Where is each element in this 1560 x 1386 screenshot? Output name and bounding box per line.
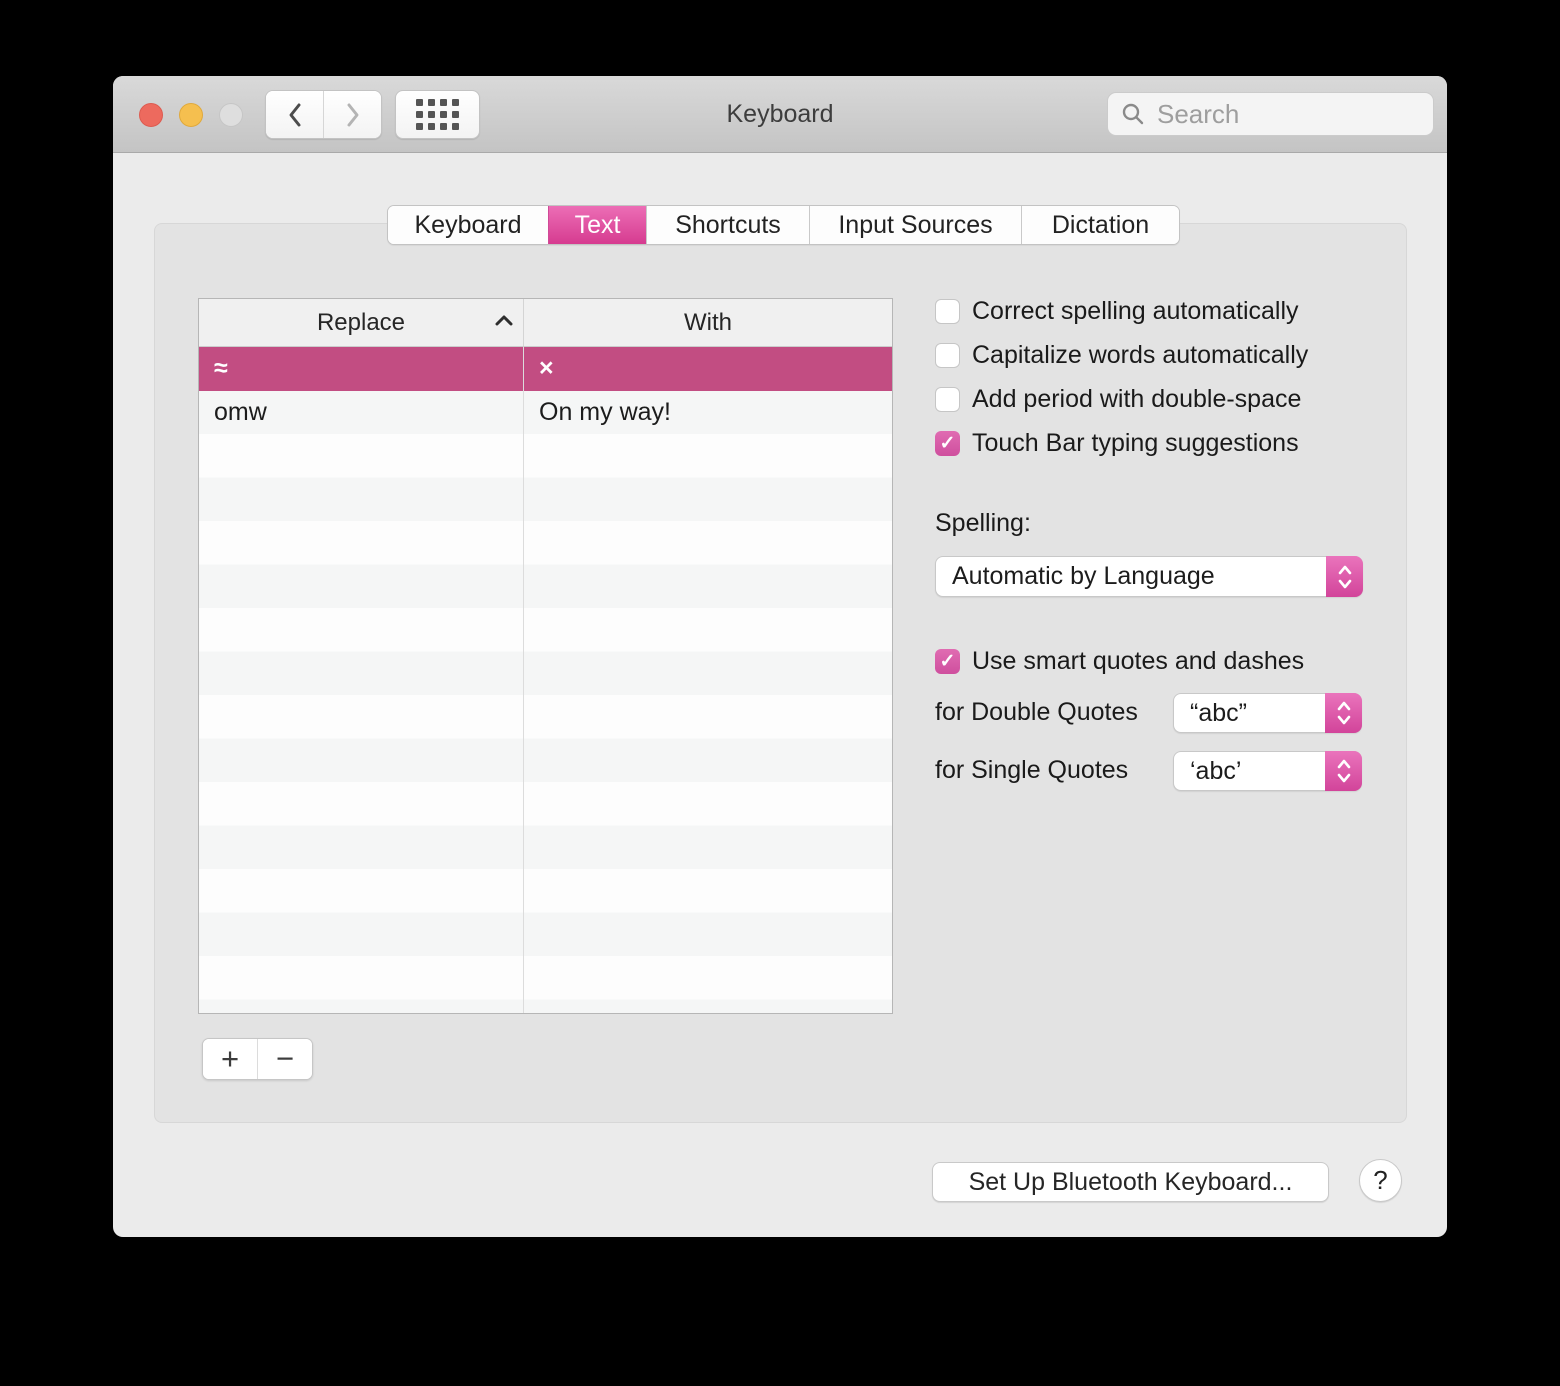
column-header-replace[interactable]: Replace [199,299,523,347]
show-all-preferences-button[interactable] [395,90,480,139]
close-button[interactable] [139,103,163,127]
popup-value: “abc” [1190,698,1247,727]
text-replacements-table: Replace With ≈ × omw On my way! [198,298,893,1014]
checkbox-capitalize-words[interactable]: Capitalize words automatically [935,333,1308,377]
table-row-selected[interactable]: ≈ × [199,347,892,391]
column-divider [523,299,524,346]
tab-dictation[interactable]: Dictation [1021,206,1179,244]
checkbox-box[interactable] [935,342,960,368]
checkbox-label: Capitalize words automatically [972,340,1309,369]
tab-bar: Keyboard Text Shortcuts Input Sources Di… [387,205,1180,245]
popup-value: Automatic by Language [952,562,1215,590]
popup-stepper-icon [1325,693,1362,733]
zoom-button [219,103,243,127]
checkbox-add-period[interactable]: Add period with double-space [935,377,1301,421]
window-title: Keyboard [726,100,834,128]
double-quotes-label: for Double Quotes [935,698,1138,726]
spelling-popup[interactable]: Automatic by Language [935,556,1363,597]
tab-shortcuts[interactable]: Shortcuts [646,206,809,244]
popup-value: ‘abc’ [1190,756,1242,785]
single-quotes-label: for Single Quotes [935,756,1129,784]
popup-stepper-icon [1325,751,1362,791]
back-button[interactable] [266,91,323,138]
history-nav-group [265,90,382,139]
checkbox-box[interactable]: ✓ [935,648,960,674]
chevron-left-icon [289,103,300,126]
remove-replacement-button[interactable]: − [257,1039,312,1079]
tab-input-sources[interactable]: Input Sources [809,206,1021,244]
forward-button[interactable] [323,91,381,138]
tab-keyboard[interactable]: Keyboard [388,206,548,244]
add-replacement-button[interactable]: + [203,1039,257,1079]
checkbox-box[interactable]: ✓ [935,430,960,456]
setup-bluetooth-keyboard-button[interactable]: Set Up Bluetooth Keyboard... [932,1162,1329,1202]
column-header-with[interactable]: With [524,299,892,347]
keyboard-preferences-window: Keyboard Keyboard Text Shortcuts Input S… [113,76,1447,1237]
checkbox-smart-quotes[interactable]: ✓ Use smart quotes and dashes [935,639,1304,683]
search-input[interactable] [1155,97,1409,131]
replace-cell[interactable]: ≈ [199,347,523,391]
table-header: Replace With [199,299,892,347]
double-quotes-popup[interactable]: “abc” [1173,693,1362,733]
checkbox-touchbar-suggestions[interactable]: ✓ Touch Bar typing suggestions [935,421,1299,465]
search-icon [1122,103,1144,125]
checkbox-label: Use smart quotes and dashes [972,646,1305,675]
checkbox-box[interactable] [935,298,960,324]
tab-text[interactable]: Text [548,206,646,244]
popup-stepper-icon [1326,556,1363,597]
checkbox-label: Touch Bar typing suggestions [972,428,1299,457]
checkbox-box[interactable] [935,386,960,412]
single-quotes-popup[interactable]: ‘abc’ [1173,751,1362,791]
grid-icon [416,99,459,130]
with-cell[interactable]: On my way! [524,391,892,435]
replace-cell[interactable]: omw [199,391,523,435]
add-remove-group: + − [202,1038,313,1080]
checkbox-label: Correct spelling automatically [972,296,1299,325]
checkbox-label: Add period with double-space [972,384,1302,413]
screen-background: Keyboard Keyboard Text Shortcuts Input S… [0,0,1560,1386]
search-field[interactable] [1107,92,1434,136]
minimize-button[interactable] [179,103,203,127]
table-body: ≈ × omw On my way! [199,347,892,1013]
spelling-label: Spelling: [935,509,1031,537]
checkbox-correct-spelling[interactable]: Correct spelling automatically [935,289,1299,333]
table-row[interactable]: omw On my way! [199,391,892,435]
titlebar: Keyboard [113,76,1447,153]
column-divider [523,347,524,1013]
help-button[interactable]: ? [1359,1159,1402,1202]
chevron-right-icon [347,103,358,126]
with-cell[interactable]: × [524,347,892,391]
sort-ascending-icon [493,313,515,334]
